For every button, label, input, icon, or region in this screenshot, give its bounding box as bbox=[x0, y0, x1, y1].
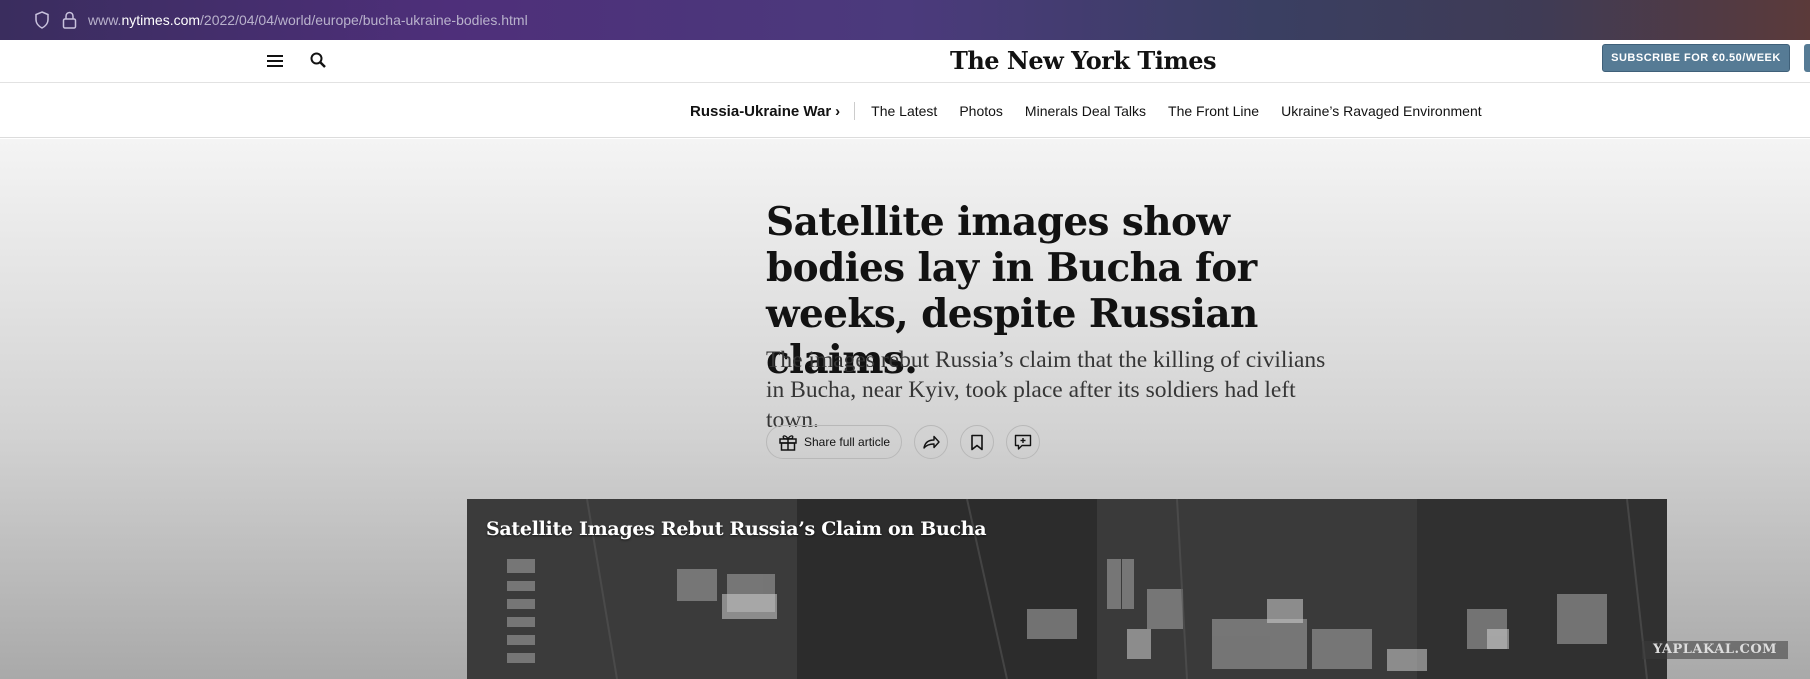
url-text[interactable]: www.nytimes.com/2022/04/04/world/europe/… bbox=[88, 12, 528, 28]
subscribe-button[interactable]: SUBSCRIBE FOR €0.50/WEEK bbox=[1602, 44, 1790, 72]
share-button[interactable] bbox=[914, 425, 949, 459]
share-full-article-label: Share full article bbox=[804, 435, 891, 449]
nav-link-photos[interactable]: Photos bbox=[959, 103, 1003, 119]
chevron-right-icon: › bbox=[835, 102, 841, 120]
nav-link-the-front-line[interactable]: The Front Line bbox=[1168, 103, 1259, 119]
satellite-video-player[interactable]: Satellite Images Rebut Russia’s Claim on… bbox=[467, 499, 1667, 679]
section-title-label: Russia-Ukraine War bbox=[690, 102, 832, 120]
article-summary: The images rebut Russia’s claim that the… bbox=[766, 347, 1326, 433]
nav-link-the-latest[interactable]: The Latest bbox=[871, 103, 937, 119]
lock-icon[interactable] bbox=[62, 11, 77, 29]
hamburger-menu-icon[interactable] bbox=[266, 52, 284, 70]
nyt-logo[interactable]: The New York Times bbox=[950, 46, 1217, 75]
site-watermark: YAPLAKAL.COM bbox=[1642, 641, 1788, 659]
url-prefix: www. bbox=[88, 12, 122, 28]
url-path: /2022/04/04/world/europe/bucha-ukraine-b… bbox=[200, 12, 528, 28]
save-bookmark-button[interactable] bbox=[960, 425, 995, 459]
article-header: Satellite images show bodies lay in Buch… bbox=[0, 139, 1810, 679]
share-arrow-icon bbox=[923, 435, 940, 449]
share-full-article-button[interactable]: Share full article bbox=[766, 425, 903, 459]
search-icon[interactable] bbox=[309, 51, 327, 69]
masthead: The New York Times SUBSCRIBE FOR €0.50/W… bbox=[0, 40, 1810, 83]
browser-url-bar[interactable]: www.nytimes.com/2022/04/04/world/europe/… bbox=[0, 0, 1810, 40]
shield-icon[interactable] bbox=[34, 11, 50, 29]
nav-link-minerals-deal-talks[interactable]: Minerals Deal Talks bbox=[1025, 103, 1146, 119]
nav-link-ukraines-ravaged-environment[interactable]: Ukraine’s Ravaged Environment bbox=[1281, 103, 1482, 119]
article-actions: Share full article bbox=[766, 425, 1041, 459]
account-button[interactable] bbox=[1804, 44, 1810, 72]
comment-plus-icon bbox=[1014, 434, 1032, 450]
section-nav: Russia-Ukraine War › The Latest Photos Mi… bbox=[0, 83, 1810, 138]
video-caption: Satellite Images Rebut Russia’s Claim on… bbox=[486, 518, 987, 540]
nav-divider bbox=[854, 102, 856, 120]
url-domain: nytimes.com bbox=[121, 12, 201, 28]
section-nav-items: Russia-Ukraine War › The Latest Photos Mi… bbox=[690, 102, 1504, 120]
section-title-link[interactable]: Russia-Ukraine War › bbox=[690, 103, 840, 120]
bookmark-icon bbox=[971, 434, 983, 450]
comments-button[interactable] bbox=[1006, 425, 1041, 459]
gift-icon bbox=[779, 435, 797, 451]
